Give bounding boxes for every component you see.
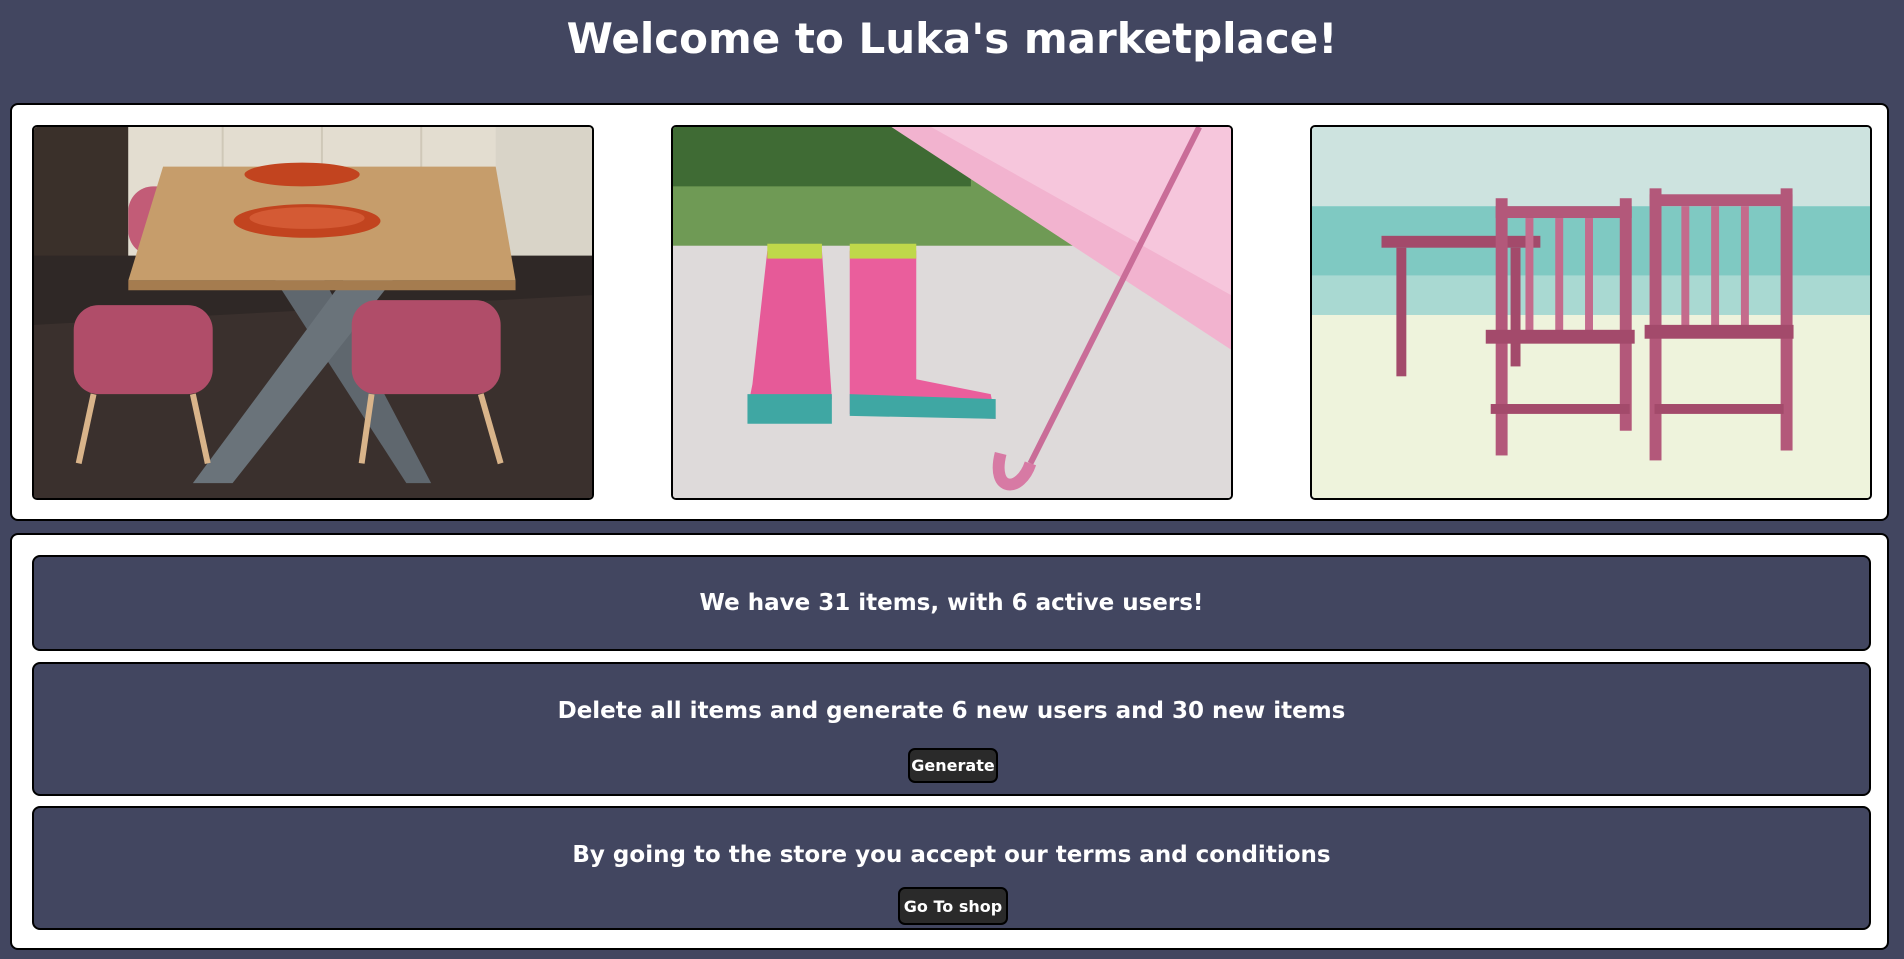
generate-description: Delete all items and generate 6 new user… <box>557 698 1346 724</box>
stats-card: We have 31 items, with 6 active users! <box>32 555 1871 651</box>
image-gallery <box>10 103 1889 521</box>
shop-card: By going to the store you accept our ter… <box>32 806 1871 930</box>
go-to-shop-button[interactable]: Go To shop <box>898 887 1008 925</box>
gallery-image-beach-chairs <box>1310 125 1872 500</box>
gallery-image-rain-boots <box>671 125 1233 500</box>
page-title: Welcome to Luka's marketplace! <box>566 13 1338 63</box>
generate-button[interactable]: Generate <box>908 748 998 783</box>
terms-notice: By going to the store you accept our ter… <box>572 842 1331 868</box>
gallery-image-dining-table <box>32 125 594 500</box>
info-panel: We have 31 items, with 6 active users! D… <box>10 533 1889 950</box>
generate-card: Delete all items and generate 6 new user… <box>32 662 1871 796</box>
stats-text: We have 31 items, with 6 active users! <box>699 590 1204 616</box>
